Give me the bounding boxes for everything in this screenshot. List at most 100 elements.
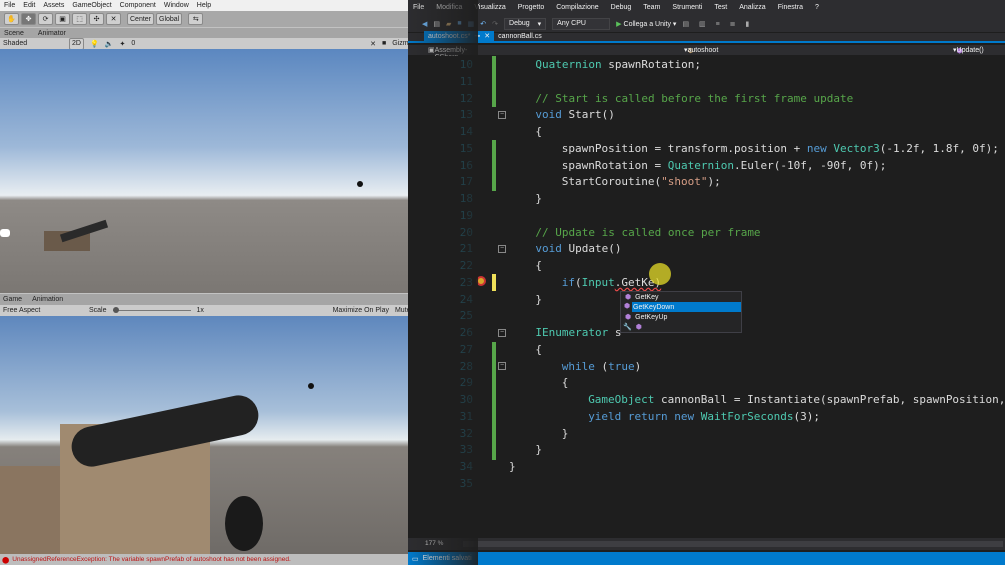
hand-tool-icon[interactable]: ✋ [4,13,19,25]
vs-menu-test[interactable]: Test [714,4,727,11]
console-status-bar[interactable]: ⬤ UnassignedReferenceException: The vari… [0,554,440,565]
line-number: 35 [459,477,473,490]
tab-animation[interactable]: Animation [32,296,63,303]
save-all-icon[interactable]: ▦ [468,20,475,28]
navigation-bar: ▣ Assembly-CSharp ▾ ⚙ autoshoot ▾ ⬢ Upda… [408,45,1005,61]
redo-icon[interactable]: ↷ [492,20,498,28]
menu-file[interactable]: File [4,2,15,9]
menu-gameobject[interactable]: GameObject [72,2,111,9]
line-number: 23 [459,275,473,289]
vs-menu-file[interactable]: File [413,4,424,11]
fold-toggle-icon[interactable]: − [498,111,506,119]
cannon-wheel [225,496,263,551]
scene-view[interactable] [0,49,440,293]
tab-animator[interactable]: Animator [38,30,66,37]
vs-menu-help[interactable]: ? [815,4,819,11]
attach-unity-button[interactable]: ▶ Collega a Unity ▾ [616,20,676,28]
autocomplete-item[interactable]: ⬢ GetKeyUp [621,312,741,322]
back-icon[interactable]: ◀ [422,20,427,28]
configuration-value: Debug [509,20,530,27]
camera-icon[interactable]: ■ [382,40,386,47]
rotate-tool-icon[interactable]: ⟳ [38,13,53,25]
line-number: 25 [459,309,473,323]
code-token: true [608,359,635,373]
fold-toggle-icon[interactable]: − [498,362,506,370]
autocomplete-item-selected[interactable]: GetKeyDown [632,302,741,312]
undo-icon[interactable]: ↶ [480,20,486,28]
method-filter-icon[interactable]: ⬢ [636,323,642,331]
horizontal-scrollbar[interactable] [463,541,1003,547]
code-token: while [561,359,595,373]
platform-dropdown[interactable]: Any CPU [552,17,611,30]
hidden-layers-count[interactable]: 0 [131,40,135,47]
vs-menu-compilazione[interactable]: Compilazione [556,4,598,11]
toolbar-icons[interactable]: ▤ ▥ ≡ ≣ ▮ [682,20,753,28]
audio-icon[interactable]: 🔈 [105,40,114,48]
vs-menu-finestra[interactable]: Finestra [778,4,803,11]
close-tab-icon[interactable]: ✕ [484,32,490,40]
vs-menu-progetto[interactable]: Progetto [518,4,544,11]
menu-help[interactable]: Help [197,2,211,9]
code-line: } [535,441,542,458]
save-icon[interactable]: ■ [457,20,461,27]
scale-slider-thumb[interactable] [112,307,119,313]
collab-icon[interactable]: ⇆ [188,13,204,25]
lighting-icon[interactable]: 💡 [90,40,99,48]
line-number: 17 [459,175,473,189]
tab-scene[interactable]: Scene [4,30,24,37]
line-number: 29 [459,376,473,390]
zoom-level[interactable]: 177 % [425,540,443,547]
autocomplete-item[interactable]: ⬢ GetKey [621,292,741,302]
code-line: Quaternion spawnRotation; [535,56,701,73]
open-icon[interactable]: ▰ [446,20,451,28]
menu-component[interactable]: Component [120,2,156,9]
fold-toggle-icon[interactable]: − [498,245,506,253]
scale-tool-icon[interactable]: ▣ [55,13,70,25]
aspect-dropdown[interactable]: Free Aspect [3,307,83,314]
shading-dropdown[interactable]: Shaded [3,40,63,47]
tab-autoshoot[interactable]: autoshoot.cs* ⊸ ✕ [424,31,495,41]
menu-assets[interactable]: Assets [43,2,64,9]
vs-menu-modifica[interactable]: Modifica [436,4,462,11]
pin-icon[interactable]: ⊸ [474,32,480,40]
pivot-center-button[interactable]: Center [127,13,155,25]
code-line: } [562,425,569,442]
vs-menu-team[interactable]: Team [643,4,660,11]
lightbulb-error-icon[interactable] [476,276,486,286]
scale-slider[interactable] [112,307,191,313]
fold-toggle-icon[interactable]: − [498,329,506,337]
configuration-dropdown[interactable]: Debug ▾ [504,17,547,30]
console-error-message: UnassignedReferenceException: The variab… [12,556,291,563]
line-number: 19 [459,208,473,222]
tab-cannonball[interactable]: cannonBall.cs [494,31,546,41]
project-dropdown[interactable]: ▣ Assembly-CSharp [428,46,467,61]
autocomplete-filter-bar: 🔧 ⬢ [621,322,741,332]
wrench-icon[interactable]: 🔧 [623,323,632,331]
member-dropdown[interactable]: ▾ ⬢ Update() [953,46,984,55]
maximize-on-play-toggle[interactable]: Maximize On Play [333,307,389,314]
vs-status-bar: ▭ Elementi salvati [408,552,1005,565]
scale-label: Scale [89,307,107,314]
vs-menu-analizza[interactable]: Analizza [739,4,765,11]
new-item-icon[interactable]: ▤ [433,20,440,28]
vs-menu-strumenti[interactable]: Strumenti [672,4,702,11]
vs-menu-visualizza[interactable]: Visualizza [474,4,505,11]
transform-tool-icon[interactable]: ✣ [89,13,104,25]
game-view[interactable] [0,316,440,556]
menu-edit[interactable]: Edit [23,2,35,9]
move-tool-icon[interactable]: ✥ [21,13,36,25]
class-dropdown[interactable]: ▾ ⚙ autoshoot [684,46,718,55]
effects-icon[interactable]: ✦ [119,40,125,48]
2d-toggle[interactable]: 2D [69,37,84,50]
vs-menu-debug[interactable]: Debug [611,4,632,11]
code-token: void [535,108,562,122]
rect-tool-icon[interactable]: ⬚ [72,13,87,25]
zoom-bar: 177 % [408,538,1005,550]
pivot-global-button[interactable]: Global [156,13,183,25]
menu-window[interactable]: Window [164,2,189,9]
tools-icon[interactable]: ✕ [370,40,376,48]
custom-tool-icon[interactable]: ✕ [106,13,121,25]
tab-game[interactable]: Game [3,296,22,303]
center-label: Center [130,15,152,23]
code-token: Update() [561,242,622,256]
